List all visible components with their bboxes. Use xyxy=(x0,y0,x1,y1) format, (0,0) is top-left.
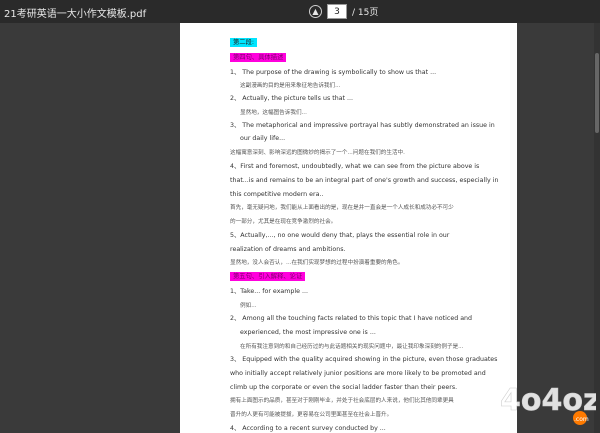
page-navigator: ▲ 3 / 15页 xyxy=(309,3,378,20)
doc-line: 首先，毫无疑问地，我们能从上面看出的是，现在是并一直会是一个人成长和成功必不可少 xyxy=(230,205,454,211)
doc-line: 2、 Among all the touching facts related … xyxy=(230,315,473,322)
doc-line: 1、Take... for example ... xyxy=(230,288,309,295)
section-heading: 第二段: xyxy=(230,38,258,47)
doc-line: 显然地，这幅图告诉我们... xyxy=(240,110,307,116)
subheading-explanation: 第五句、引入解释、论证 xyxy=(230,272,306,281)
scrollbar-thumb[interactable] xyxy=(595,53,599,133)
doc-line: experienced, the most impressive one is … xyxy=(240,329,376,336)
doc-line: who initially accept relatively junior p… xyxy=(230,370,486,377)
doc-line: 4、First and foremost, undoubtedly, what … xyxy=(230,163,480,170)
previous-page-button[interactable]: ▲ xyxy=(309,5,322,18)
doc-line: 这副漫画的目的是用来象征地告诉我们... xyxy=(240,83,341,89)
doc-line: 3、 The metaphorical and impressive portr… xyxy=(230,122,495,129)
doc-line: climb up the corporate or even the socia… xyxy=(230,384,458,391)
doc-line: 晋升的人更有可能被提拔，更容易在公司里面甚至在社会上晋升。 xyxy=(230,412,393,418)
doc-line: 的一部分，尤其是在现在竞争激烈的社会。 xyxy=(230,219,337,225)
subheading-specific-description: 第四句、具体描述 xyxy=(230,53,287,62)
doc-line: that...is and remains to be an integral … xyxy=(230,177,499,184)
doc-line: 在所有我注意到的和自己经历过的与此话题相关的现实问题中，最让我印象深刻的例子是.… xyxy=(240,344,464,350)
doc-line: 1、 The purpose of the drawing is symboli… xyxy=(230,69,437,76)
doc-line: 例如... xyxy=(240,303,257,309)
doc-line: realization of dreams and ambitions. xyxy=(230,246,346,253)
chevron-up-icon: ▲ xyxy=(312,6,319,16)
doc-line: 这幅寓意深刻、影响深远的图微妙的揭示了一个...问题在我们的生活中. xyxy=(230,150,405,156)
doc-line: 拥有上面图示的品质，甚至对于刚刚毕业，并处于社会底层的人来说，他们比其他同辈更具 xyxy=(230,398,454,404)
doc-line: 4、 According to a recent survey conducte… xyxy=(230,425,386,432)
doc-line: this competitive modern era.. xyxy=(230,191,324,198)
page-total-label: / 15页 xyxy=(352,8,379,18)
page-number-input[interactable]: 3 xyxy=(327,4,347,19)
vertical-scrollbar[interactable] xyxy=(594,23,600,433)
watermark-suffix: .com xyxy=(574,416,589,423)
file-title: 21考研英语一大小作文模板.pdf xyxy=(4,9,147,20)
site-watermark-logo: 4o4oz .com xyxy=(500,383,596,425)
doc-line: our daily life... xyxy=(240,135,286,142)
pdf-page: 第二段: 第四句、具体描述 1、 The purpose of the draw… xyxy=(180,23,517,433)
doc-line: 5、Actually,..., no one would deny that, … xyxy=(230,232,450,239)
title-bar: 21考研英语一大小作文模板.pdf ▲ 3 / 15页 xyxy=(0,0,600,23)
doc-line: 显然地，没人会否认，…在我们实现梦想的过程中扮演着重要的角色。 xyxy=(230,260,404,266)
doc-line: 3、 Equipped with the quality acquired sh… xyxy=(230,356,498,363)
doc-line: 2、 Actually, the picture tells us that .… xyxy=(230,95,354,102)
